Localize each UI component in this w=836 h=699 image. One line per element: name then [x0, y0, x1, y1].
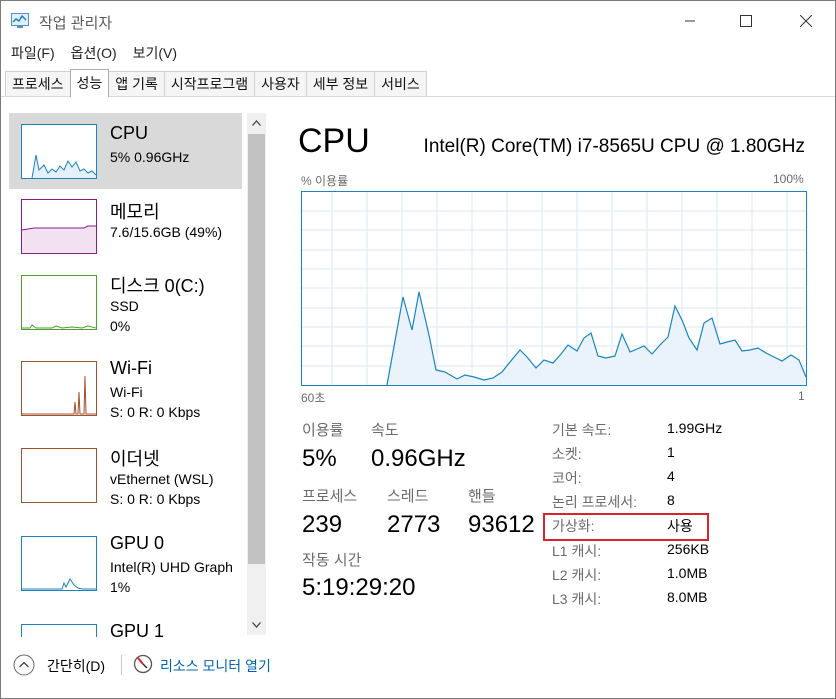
sidebar-wifi-sub: Wi-Fi	[110, 384, 143, 400]
graph-axis-start: 60초	[301, 391, 326, 405]
sidebar-gpu0-title: GPU 0	[110, 533, 165, 553]
sidebar-item-memory[interactable]: 메모리 7.6/15.6GB (49%)	[9, 188, 242, 264]
graph-axis-end: 1	[798, 389, 805, 403]
tab-details[interactable]: 세부 정보	[305, 71, 376, 96]
cpu-model-name: Intel(R) Core(TM) i7-8565U CPU @ 1.80GHz	[423, 136, 805, 157]
sidebar-gpu0-usage: 1%	[110, 579, 131, 595]
info-label-logical-processors: 논리 프로세서:	[552, 494, 638, 510]
disk-thumbnail-graph	[21, 275, 97, 330]
graph-label-utilization: % 이용률	[301, 174, 349, 188]
collapse-icon[interactable]	[13, 654, 35, 681]
speed-label: 속도	[371, 422, 399, 439]
sidebar-gpu0-sub: Intel(R) UHD Graph	[110, 559, 233, 575]
threads-value: 2773	[387, 511, 441, 538]
maximize-icon	[740, 15, 752, 27]
sidebar-item-cpu[interactable]: CPU 5% 0.96GHz	[9, 113, 242, 189]
usage-label: 이용률	[302, 422, 344, 439]
menu-file[interactable]: 파일(F)	[1, 41, 55, 65]
tab-users[interactable]: 사용자	[254, 71, 307, 96]
minimize-icon	[685, 20, 695, 22]
sidebar-disk-title: 디스크 0(C:)	[110, 276, 205, 296]
info-value-l2-cache: 1.0MB	[667, 565, 708, 581]
fewer-details-button[interactable]: 간단히(D)	[47, 656, 105, 676]
chevron-down-icon	[252, 622, 261, 628]
graph-label-max: 100%	[773, 172, 804, 186]
scroll-down-button[interactable]	[247, 615, 266, 635]
handles-value: 93612	[468, 511, 535, 538]
sidebar-disk-usage: 0%	[110, 318, 131, 334]
footer-divider	[121, 655, 122, 675]
usage-value: 5%	[302, 445, 337, 472]
sidebar-wifi-rate: S: 0 R: 0 Kbps	[110, 404, 201, 420]
tab-app-history[interactable]: 앱 기록	[108, 71, 165, 96]
info-label-base-speed: 기본 속도:	[552, 422, 612, 438]
cpu-utilization-graph	[301, 191, 807, 386]
title-bar: 작업 관리자	[1, 1, 835, 41]
info-label-l1-cache: L1 캐시:	[552, 543, 602, 559]
info-value-l3-cache: 8.0MB	[667, 589, 708, 605]
info-value-base-speed: 1.99GHz	[667, 420, 723, 436]
wifi-thumbnail-graph	[21, 361, 97, 416]
menu-view[interactable]: 보기(V)	[123, 41, 177, 65]
virtualization-highlight-box	[543, 513, 709, 541]
footer-bar: 간단히(D) 리소스 모니터 열기	[1, 641, 835, 691]
close-button[interactable]	[783, 1, 829, 41]
sidebar-ethernet-sub: vEthernet (WSL)	[110, 471, 214, 487]
sidebar-ethernet-title: 이더넷	[110, 449, 160, 469]
task-manager-icon	[11, 13, 29, 29]
info-value-l1-cache: 256KB	[667, 541, 710, 557]
tab-services[interactable]: 서비스	[374, 71, 427, 96]
tab-startup[interactable]: 시작프로그램	[163, 71, 256, 96]
sidebar-item-gpu1[interactable]: GPU 1	[9, 613, 242, 637]
uptime-label: 작동 시간	[302, 552, 362, 569]
close-icon	[800, 15, 812, 27]
memory-thumbnail-graph	[21, 199, 97, 254]
menu-bar: 파일(F) 옵션(O) 보기(V)	[1, 41, 835, 65]
threads-label: 스레드	[387, 488, 429, 505]
sidebar-memory-title: 메모리	[110, 202, 160, 222]
tab-processes[interactable]: 프로세스	[5, 71, 71, 96]
sidebar-item-disk[interactable]: 디스크 0(C:) SSD 0%	[9, 264, 242, 340]
sidebar-wifi-title: Wi-Fi	[110, 358, 152, 378]
gpu0-thumbnail-graph	[21, 536, 97, 591]
page-title: CPU	[298, 122, 370, 160]
processes-value: 239	[302, 511, 343, 538]
menu-options[interactable]: 옵션(O)	[61, 41, 117, 65]
task-manager-window: 작업 관리자 파일(F) 옵션(O) 보기(V) 프로세스 성능 앱 기록 시작…	[0, 0, 836, 699]
performance-sidebar: CPU 5% 0.96GHz 메모리 7.6/15.6GB (49%) 디스크 …	[1, 97, 267, 637]
scroll-up-button[interactable]	[247, 113, 266, 133]
window-title: 작업 관리자	[39, 15, 113, 32]
open-resource-monitor-link[interactable]: 리소스 모니터 열기	[160, 656, 271, 676]
sidebar-memory-sub: 7.6/15.6GB (49%)	[110, 224, 223, 240]
resource-monitor-icon[interactable]	[133, 654, 153, 679]
uptime-value: 5:19:29:20	[302, 574, 416, 601]
chevron-up-icon	[252, 120, 261, 126]
sidebar-ethernet-rate: S: 0 R: 0 Kbps	[110, 491, 201, 507]
info-value-cores: 4	[667, 468, 675, 484]
maximize-button[interactable]	[723, 1, 769, 41]
sidebar-cpu-sub: 5% 0.96GHz	[110, 149, 190, 165]
tab-strip: 프로세스 성능 앱 기록 시작프로그램 사용자 세부 정보 서비스	[5, 69, 427, 97]
sidebar-item-gpu0[interactable]: GPU 0 Intel(R) UHD Graph 1%	[9, 525, 242, 601]
sidebar-scroll-thumb[interactable]	[248, 134, 265, 564]
cpu-thumbnail-graph	[21, 124, 97, 179]
sidebar-disk-sub: SSD	[110, 298, 139, 314]
sidebar-cpu-title: CPU	[110, 123, 149, 143]
info-label-cores: 코어:	[552, 470, 582, 486]
sidebar-item-ethernet[interactable]: 이더넷 vEthernet (WSL) S: 0 R: 0 Kbps	[9, 437, 242, 513]
speed-value: 0.96GHz	[371, 445, 466, 472]
info-value-logical-processors: 8	[667, 492, 675, 508]
info-value-sockets: 1	[667, 444, 675, 460]
info-label-sockets: 소켓:	[552, 446, 582, 462]
processes-label: 프로세스	[302, 488, 358, 505]
info-label-l2-cache: L2 캐시:	[552, 567, 602, 583]
minimize-button[interactable]	[667, 1, 713, 41]
ethernet-thumbnail-graph	[21, 448, 97, 503]
handles-label: 핸들	[468, 488, 496, 505]
info-label-l3-cache: L3 캐시:	[552, 591, 602, 607]
tab-performance[interactable]: 성능	[69, 69, 110, 97]
sidebar-item-wifi[interactable]: Wi-Fi Wi-Fi S: 0 R: 0 Kbps	[9, 350, 242, 426]
sidebar-gpu1-title: GPU 1	[110, 621, 165, 637]
gpu1-thumbnail-graph	[21, 624, 97, 637]
